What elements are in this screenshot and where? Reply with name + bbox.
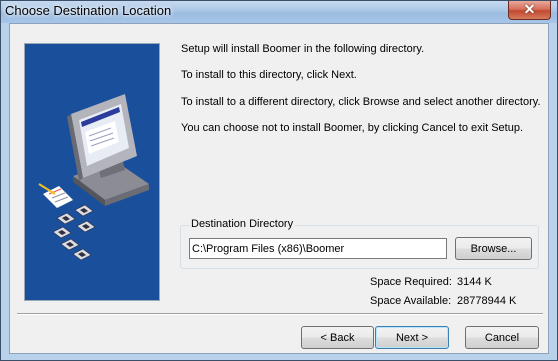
browse-button[interactable]: Browse... — [455, 237, 532, 260]
setup-illustration — [24, 43, 160, 301]
installer-window: Choose Destination Location ✕ Setup will… — [0, 0, 558, 361]
destination-directory-label: Destination Directory — [189, 218, 296, 230]
cancel-button[interactable]: Cancel — [465, 326, 539, 349]
space-available-label: Space Available: — [370, 295, 452, 307]
destination-directory-group: Destination Directory Browse... — [180, 218, 539, 269]
close-icon: ✕ — [523, 1, 536, 17]
intro-message: Setup will install Boomer in the followi… — [181, 43, 425, 55]
computer-illustration-icon — [38, 94, 149, 261]
close-button[interactable]: ✕ — [508, 1, 551, 20]
space-required-value: 3144 K — [457, 276, 492, 288]
browse-instruction: To install to a different directory, cli… — [181, 96, 541, 108]
next-button[interactable]: Next > — [375, 326, 449, 349]
next-instruction: To install to this directory, click Next… — [181, 69, 357, 81]
title-bar[interactable]: Choose Destination Location ✕ — [1, 1, 557, 23]
space-available-value: 28778944 K — [457, 295, 517, 307]
dialog-body: Setup will install Boomer in the followi… — [9, 23, 549, 354]
footer-divider — [17, 313, 543, 315]
back-button[interactable]: < Back — [301, 326, 374, 349]
destination-path-field[interactable] — [189, 238, 447, 259]
cancel-instruction: You can choose not to install Boomer, by… — [181, 122, 524, 134]
space-required-label: Space Required: — [370, 276, 452, 288]
window-title: Choose Destination Location — [5, 3, 172, 18]
